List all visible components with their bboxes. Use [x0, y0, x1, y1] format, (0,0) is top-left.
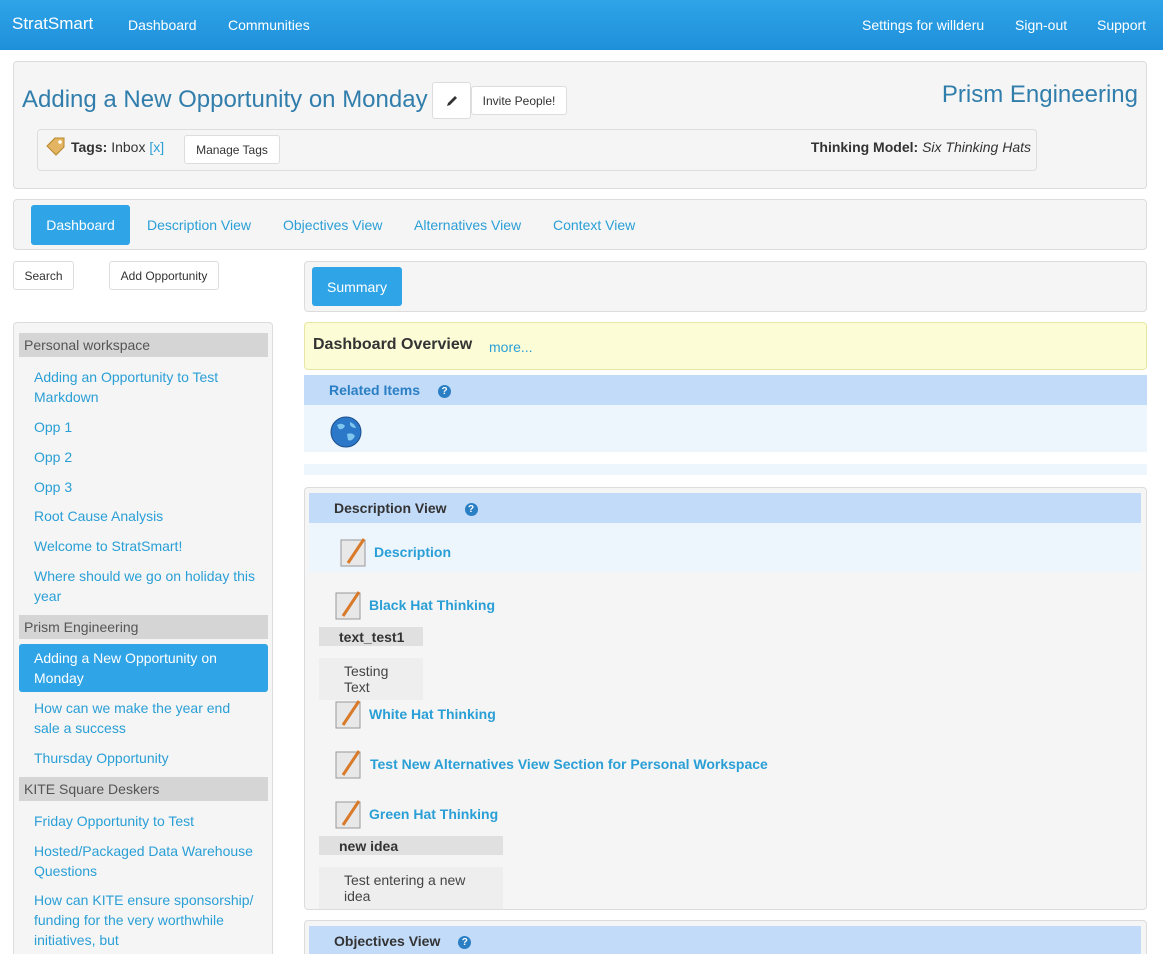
sidebar-group-kite: KITE Square Deskers	[19, 777, 268, 801]
organization-name: Prism Engineering	[941, 81, 1138, 108]
test-alternatives-link[interactable]: Test New Alternatives View Section for P…	[370, 756, 768, 772]
nav-communities[interactable]: Communities	[228, 17, 310, 33]
description-link[interactable]: Description	[374, 544, 451, 560]
sidebar-group-personal: Personal workspace	[19, 333, 268, 357]
sidebar-item[interactable]: Thursday Opportunity	[34, 748, 259, 768]
field-label: new idea	[319, 836, 503, 855]
sidebar-item-active[interactable]: Adding a New Opportunity on Monday	[19, 644, 268, 692]
thinking-model-value: Six Thinking Hats	[922, 139, 1031, 155]
summary-tab[interactable]: Summary	[312, 267, 402, 306]
field-label: text_test1	[319, 627, 423, 646]
thinking-model-label: Thinking Model:	[810, 139, 919, 155]
sidebar-item[interactable]: Opp 3	[34, 477, 259, 497]
top-navbar: StratSmart Dashboard Communities Setting…	[0, 0, 1163, 50]
summary-panel	[304, 261, 1147, 312]
add-opportunity-button[interactable]: Add Opportunity	[109, 261, 219, 290]
sidebar-item[interactable]: Root Cause Analysis	[34, 506, 259, 526]
globe-icon[interactable]	[330, 416, 362, 448]
notepad-icon	[335, 750, 361, 779]
manage-tags-button[interactable]: Manage Tags	[184, 135, 280, 164]
sidebar-item[interactable]: Opp 2	[34, 447, 259, 467]
tab-alternatives-view[interactable]: Alternatives View	[398, 205, 537, 245]
tab-context-view[interactable]: Context View	[537, 205, 651, 245]
help-icon[interactable]: ?	[458, 935, 472, 949]
help-icon[interactable]: ?	[438, 384, 452, 398]
page-title: Adding a New Opportunity on Monday	[22, 86, 428, 113]
related-items-body	[304, 405, 1147, 452]
sidebar-item[interactable]: Adding an Opportunity to Test Markdown	[34, 367, 259, 407]
green-hat-link[interactable]: Green Hat Thinking	[369, 806, 498, 822]
related-items-title: Related Items	[329, 382, 421, 398]
description-view-title: Description View	[334, 500, 447, 516]
search-button[interactable]: Search	[13, 261, 74, 290]
notepad-icon	[335, 591, 361, 620]
field-value: Test entering a new idea	[319, 867, 503, 909]
tag-inbox: Inbox	[111, 139, 146, 155]
nav-settings[interactable]: Settings for willderu	[862, 17, 984, 33]
overview-title: Dashboard Overview	[313, 336, 473, 353]
description-view-header: Description View?	[309, 493, 1141, 523]
nav-support[interactable]: Support	[1097, 17, 1146, 33]
sidebar-item[interactable]: Hosted/Packaged Data Warehouse Questions	[34, 841, 259, 881]
remove-tag-link[interactable]: [x]	[149, 139, 164, 155]
nav-signout[interactable]: Sign-out	[1015, 17, 1067, 33]
objectives-view-header: Objectives View?	[309, 926, 1141, 954]
tab-objectives-view[interactable]: Objectives View	[267, 205, 398, 245]
help-icon[interactable]: ?	[464, 502, 478, 516]
field-value: Testing Text	[319, 658, 423, 700]
nav-dashboard[interactable]: Dashboard	[128, 17, 197, 33]
sidebar-item[interactable]: Where should we go on holiday this year	[34, 566, 259, 606]
invite-people-button[interactable]: Invite People!	[471, 86, 567, 115]
overview-more-link[interactable]: more...	[489, 339, 533, 355]
black-hat-link[interactable]: Black Hat Thinking	[369, 597, 495, 613]
tab-description-view[interactable]: Description View	[131, 205, 267, 245]
sidebar-group-prism: Prism Engineering	[19, 615, 268, 639]
white-hat-link[interactable]: White Hat Thinking	[369, 706, 496, 722]
tag-icon	[46, 137, 65, 156]
sidebar-item[interactable]: Friday Opportunity to Test	[34, 811, 259, 831]
thinking-model: Thinking Model: Six Thinking Hats	[811, 139, 1031, 155]
tags-label: Tags:	[71, 139, 108, 155]
tab-dashboard[interactable]: Dashboard	[31, 205, 130, 245]
tags-row: Tags: Inbox [x]	[71, 139, 164, 155]
notepad-icon	[340, 538, 366, 567]
sidebar-item[interactable]: How can we make the year end sale a succ…	[34, 698, 259, 738]
dashboard-overview: Dashboard Overview more...	[304, 322, 1147, 370]
edit-title-button[interactable]	[432, 82, 471, 119]
sidebar-item[interactable]: Welcome to StratSmart!	[34, 536, 259, 556]
brand-logo[interactable]: StratSmart	[12, 14, 93, 34]
notepad-icon	[335, 800, 361, 829]
related-items-header: Related Items?	[304, 375, 1147, 405]
sidebar-item[interactable]: Opp 1	[34, 417, 259, 437]
objectives-view-title: Objectives View	[334, 933, 441, 949]
divider-bar	[304, 464, 1147, 475]
sidebar-item[interactable]: How can KITE ensure sponsorship/ funding…	[34, 890, 259, 950]
notepad-icon	[335, 700, 361, 729]
pencil-icon	[446, 95, 457, 106]
